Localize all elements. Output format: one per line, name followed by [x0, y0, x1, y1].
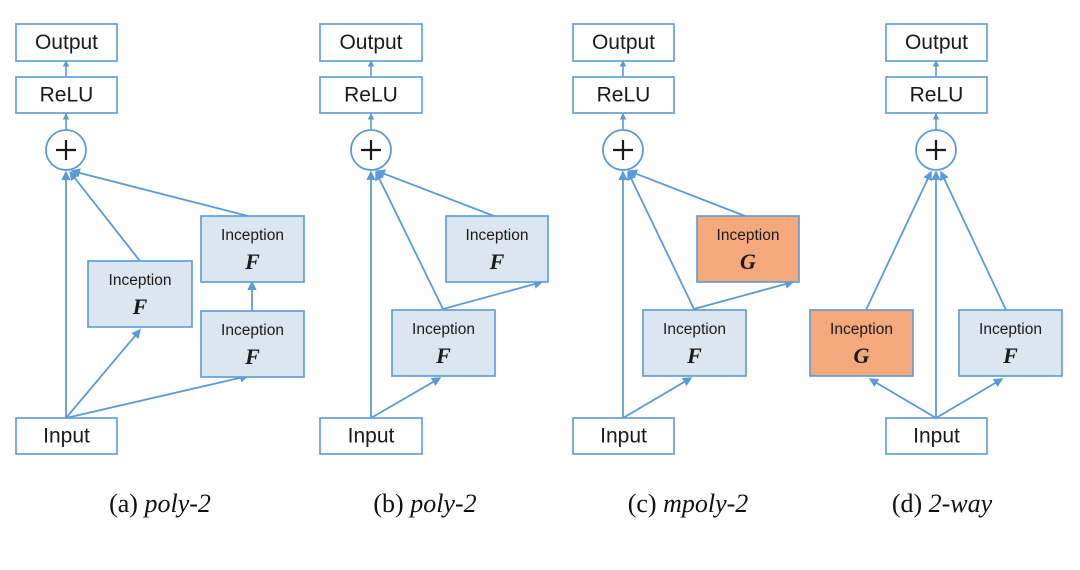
b-adder-node: [350, 129, 392, 171]
b-input-label: Input: [348, 425, 395, 448]
b-relu-node: ReLU: [319, 76, 423, 114]
a-input-label: Input: [43, 425, 90, 448]
b-relu-label: ReLU: [344, 84, 398, 107]
b-input-node: Input: [319, 417, 423, 455]
a-inception-mid-fn: F: [132, 294, 148, 319]
edge-d-input-to-left-block: [868, 378, 937, 419]
caption-panel-d: (d) 2-way: [842, 489, 1042, 519]
a-inception-right-top-node: Inception F: [200, 215, 305, 283]
edge-b-input-to-bottom-block: [370, 377, 442, 419]
a-inception-mid-node: Inception F: [87, 260, 193, 328]
d-inception-right-title: Inception: [979, 321, 1042, 338]
edge-d-right-block-to-adder: [940, 170, 1007, 311]
b-inception-top-node: Inception F: [445, 215, 549, 283]
d-relu-label: ReLU: [910, 84, 964, 107]
caption-b-name: poly-2: [410, 489, 477, 518]
d-input-label: Input: [913, 425, 960, 448]
c-inception-bottom-node: Inception F: [642, 309, 747, 377]
caption-a-tag: (a): [109, 489, 138, 518]
d-inception-right-node: Inception F: [958, 309, 1063, 377]
c-output-node: Output: [572, 23, 675, 62]
a-inception-right-bottom-fn: F: [244, 344, 260, 369]
a-relu-label: ReLU: [40, 84, 94, 107]
b-output-label: Output: [339, 31, 402, 54]
b-inception-top-fn: F: [489, 249, 505, 274]
edge-d-input-to-right-block: [935, 378, 1004, 419]
d-relu-node: ReLU: [885, 76, 988, 114]
panel-d: Output ReLU Inception G Inception F Inpu…: [809, 23, 1063, 455]
a-input-node: Input: [15, 417, 118, 455]
a-relu-node: ReLU: [15, 76, 118, 114]
a-inception-right-bottom-node: Inception F: [200, 310, 305, 378]
caption-panel-b: (b) poly-2: [325, 489, 525, 519]
caption-c-name: mpoly-2: [663, 489, 749, 518]
a-inception-right-bottom-title: Inception: [221, 322, 284, 339]
c-adder-node: [602, 129, 644, 171]
edge-a-input-to-mid-block: [65, 328, 141, 419]
network-block-diagram: Output ReLU Inception F Inception F Ince…: [15, 23, 1063, 455]
d-inception-left-title: Inception: [830, 321, 893, 338]
panel-a: Output ReLU Inception F Inception F Ince…: [15, 23, 305, 455]
edge-a-input-to-right-bottom-block: [65, 373, 250, 419]
panel-b: Output ReLU Inception F Inception F Inpu…: [319, 23, 549, 455]
caption-b-tag: (b): [373, 489, 404, 518]
caption-d-tag: (d): [891, 489, 923, 518]
caption-d-name: 2-way: [928, 489, 993, 518]
b-output-node: Output: [319, 23, 423, 62]
d-output-label: Output: [905, 31, 968, 54]
edge-b-bottom-block-to-top-block: [442, 279, 544, 310]
panel-c: Output ReLU Inception G Inception F Inpu…: [572, 23, 800, 455]
c-input-label: Input: [600, 425, 647, 448]
c-relu-node: ReLU: [572, 76, 675, 114]
d-output-node: Output: [885, 23, 988, 62]
c-input-node: Input: [572, 417, 675, 455]
caption-panel-c: (c) mpoly-2: [578, 489, 798, 519]
a-output-label: Output: [35, 31, 98, 54]
caption-c-tag: (c): [627, 489, 657, 518]
c-output-label: Output: [592, 31, 655, 54]
edge-c-input-to-bottom-block: [622, 377, 693, 419]
edge-c-bottom-block-to-top-block: [693, 279, 795, 310]
figure-canvas: Output ReLU Inception F Inception F Ince…: [0, 0, 1080, 570]
d-input-node: Input: [885, 417, 988, 455]
a-inception-right-top-title: Inception: [221, 227, 284, 244]
a-adder-node: [45, 129, 87, 171]
a-output-node: Output: [15, 23, 118, 62]
c-relu-label: ReLU: [597, 84, 651, 107]
d-inception-left-fn: G: [854, 343, 870, 368]
c-inception-bottom-fn: F: [686, 343, 702, 368]
d-inception-left-node: Inception G: [809, 309, 914, 377]
caption-a-name: poly-2: [144, 489, 211, 518]
b-inception-bottom-fn: F: [435, 343, 451, 368]
edge-d-left-block-to-adder: [865, 170, 932, 311]
d-adder-node: [915, 129, 957, 171]
b-inception-top-title: Inception: [466, 227, 529, 244]
c-inception-top-node: Inception G: [696, 215, 800, 283]
a-inception-right-top-fn: F: [244, 249, 260, 274]
c-inception-bottom-title: Inception: [663, 321, 726, 338]
a-inception-mid-title: Inception: [109, 272, 172, 289]
b-inception-bottom-title: Inception: [412, 321, 475, 338]
d-inception-right-fn: F: [1002, 343, 1018, 368]
caption-panel-a: (a) poly-2: [60, 489, 260, 519]
c-inception-top-title: Inception: [717, 227, 780, 244]
c-inception-top-fn: G: [740, 249, 756, 274]
b-inception-bottom-node: Inception F: [391, 309, 496, 377]
